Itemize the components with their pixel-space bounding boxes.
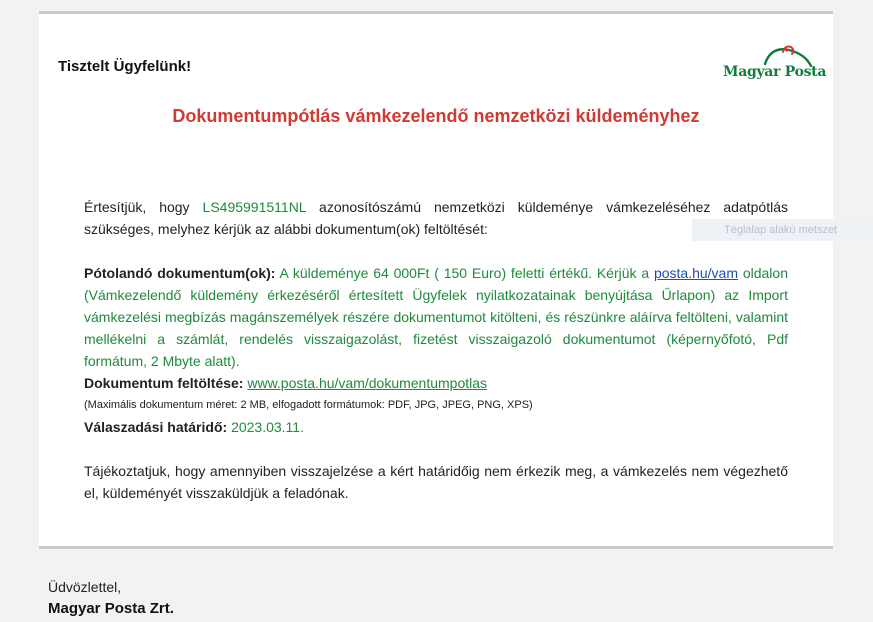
document-paragraph: Pótolandó dokumentum(ok): A küldeménye 6… [84, 265, 788, 369]
company-name: Magyar Posta Zrt. [48, 600, 174, 617]
limits-note: (Maximális dokumentum méret: 2 MB, elfog… [84, 399, 533, 411]
document-label: Pótolandó dokumentum(ok): [84, 265, 276, 281]
posta-vam-link[interactable]: posta.hu/vam [654, 265, 738, 281]
magyar-posta-logo: Magyar Posta [723, 42, 827, 100]
email-footer: Üdvözlettel, Magyar Posta Zrt. [48, 576, 174, 620]
upload-line: Dokumentum feltöltése: www.posta.hu/vam/… [84, 372, 788, 394]
deadline-value: 2023.03.11. [231, 419, 304, 435]
intro-paragraph: Értesítjük, hogy LS495991511NL azonosító… [84, 199, 788, 237]
salutation: Üdvözlettel, [48, 579, 122, 595]
email-title: Dokumentumpótlás vámkezelendő nemzetközi… [172, 106, 700, 126]
deadline-label: Válaszadási határidő: [84, 419, 228, 435]
upload-link[interactable]: www.posta.hu/vam/dokumentumpotlas [247, 375, 487, 391]
upload-label: Dokumentum feltöltése: [84, 375, 244, 391]
deadline-line: Válaszadási határidő: 2023.03.11. [84, 416, 788, 438]
greeting: Tisztelt Ügyfelünk! [58, 58, 192, 75]
snip-tooltip: Téglalap alakú metszet [692, 219, 873, 241]
closing-paragraph: Tájékoztatjuk, hogy amennyiben visszajel… [84, 463, 788, 501]
tracking-id: LS495991511NL [202, 199, 307, 215]
email-body: Értesítjük, hogy LS495991511NL azonosító… [84, 196, 788, 504]
email-card: Tisztelt Ügyfelünk! Magyar Posta Dokumen… [39, 11, 833, 549]
logo-text: Magyar Posta [723, 64, 827, 80]
